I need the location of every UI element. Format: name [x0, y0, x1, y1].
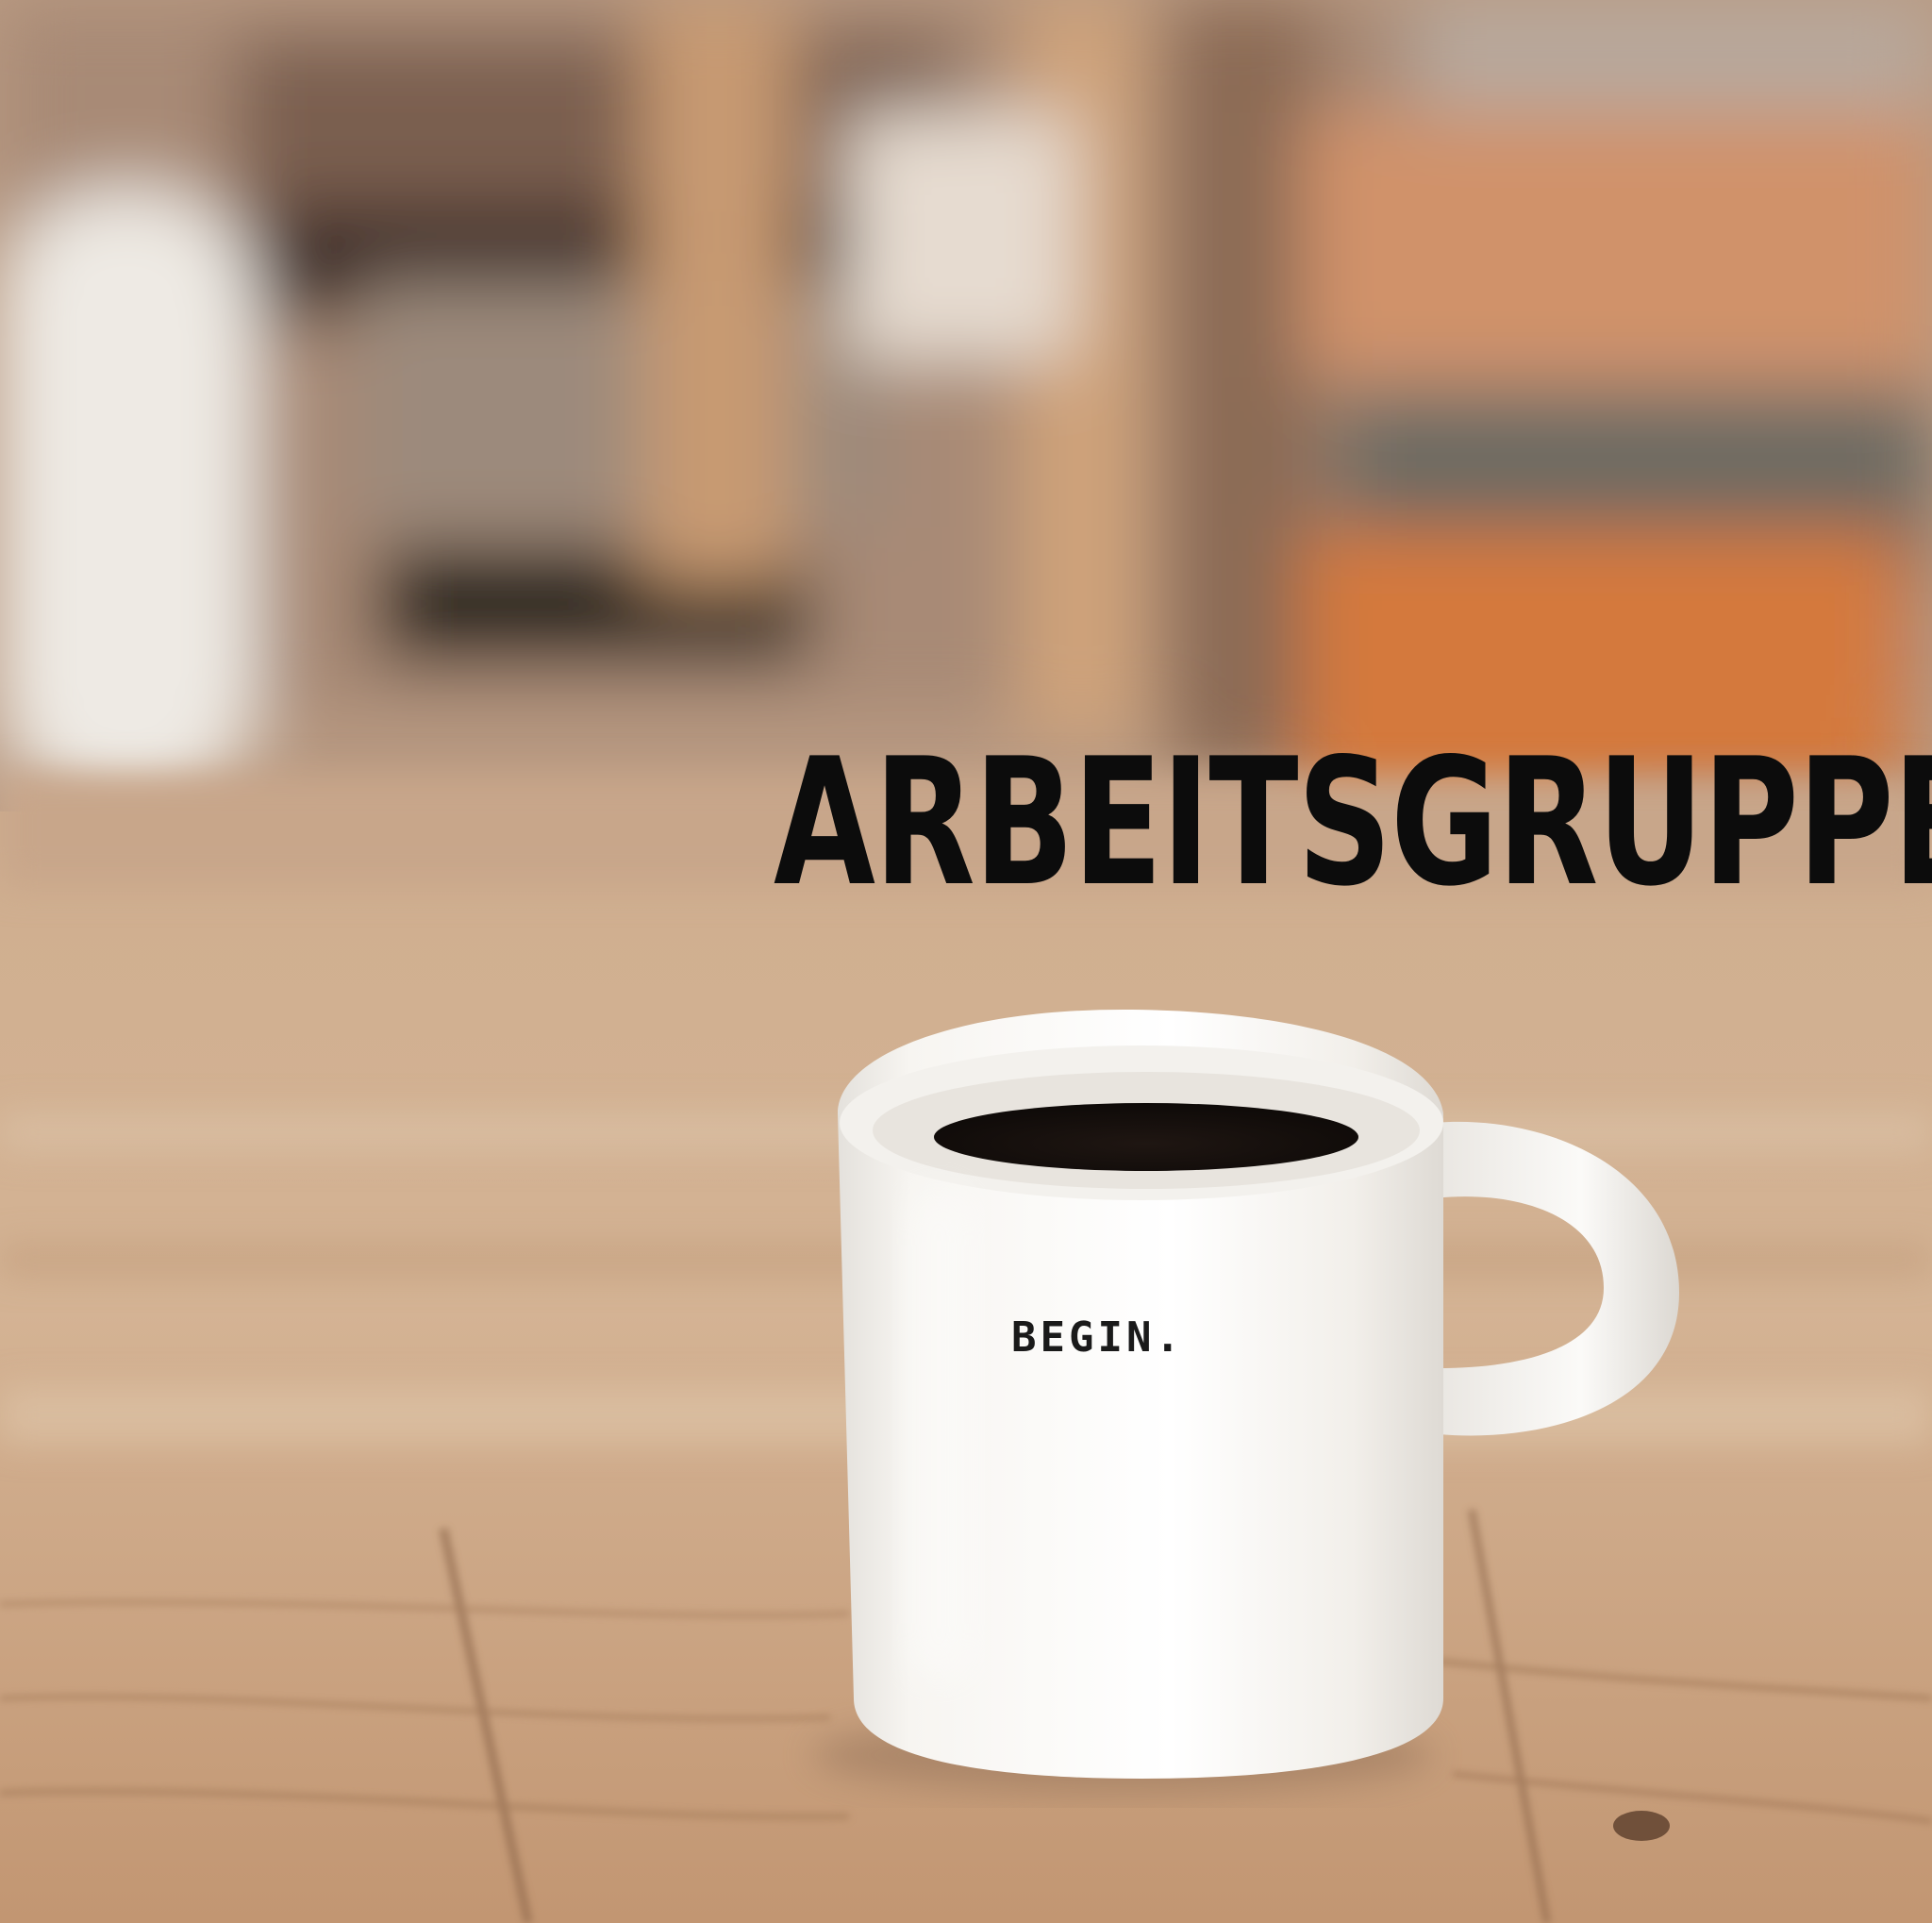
cafe-photo — [0, 0, 1932, 1923]
promo-image: ARBEITSGRUPPEN BEGIN. — [0, 0, 1932, 1923]
headline: ARBEITSGRUPPEN — [774, 720, 1932, 925]
mug-text: BEGIN. — [1011, 1313, 1184, 1362]
